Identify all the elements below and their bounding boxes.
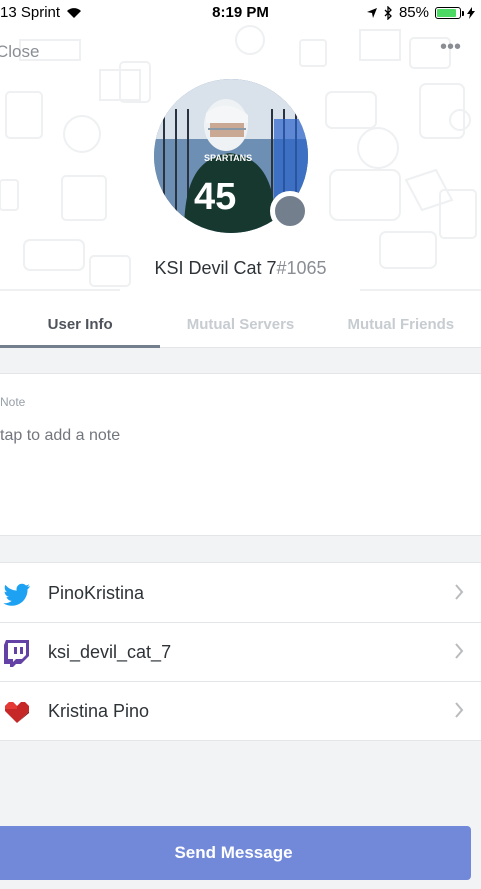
svg-text:SPARTANS: SPARTANS <box>204 153 252 163</box>
username-row: KSI Devil Cat 7#1065 <box>0 258 481 279</box>
avatar-container: SPARTANS 45 <box>154 79 310 233</box>
battery-tip <box>462 10 464 16</box>
tab-user-info[interactable]: User Info <box>0 302 161 348</box>
charging-icon <box>467 6 475 19</box>
tab-mutual-friends[interactable]: Mutual Friends <box>321 302 481 347</box>
svg-text:45: 45 <box>194 176 236 218</box>
battery-level-fill <box>437 8 456 17</box>
connections-list: PinoKristina ksi_devil_cat_7 Kristina Pi… <box>0 564 481 741</box>
send-message-button[interactable]: Send Message <box>0 826 471 880</box>
discriminator: #1065 <box>276 258 327 278</box>
note-label: Note <box>0 395 26 409</box>
bluetooth-icon <box>384 5 392 20</box>
connection-row-twitter[interactable]: PinoKristina <box>0 564 481 623</box>
status-bar: 13 Sprint 8:19 PM 85% <box>0 0 481 26</box>
username: KSI Devil Cat 7 <box>154 258 277 278</box>
user-profile-screen: 13 Sprint 8:19 PM 85% Close ••• SPARTANS… <box>0 0 481 889</box>
battery-percent: 85% <box>398 4 429 21</box>
connection-name: PinoKristina <box>48 583 145 603</box>
presence-status-dot <box>270 191 310 231</box>
profile-tabs: User Info Mutual Servers Mutual Friends <box>0 302 481 348</box>
chevron-right-icon <box>455 643 464 659</box>
note-section: Note tap to add a note <box>0 375 481 535</box>
tab-mutual-servers[interactable]: Mutual Servers <box>160 302 320 347</box>
section-divider <box>0 535 481 563</box>
location-icon <box>366 7 377 18</box>
connection-name: ksi_devil_cat_7 <box>48 642 172 662</box>
battery-icon <box>435 6 464 19</box>
note-input[interactable]: tap to add a note <box>0 427 120 445</box>
twitch-icon <box>4 640 29 667</box>
status-right: 85% <box>366 4 475 21</box>
section-divider <box>0 348 481 374</box>
patreon-heart-icon <box>5 702 29 723</box>
chevron-right-icon <box>455 702 464 718</box>
close-button[interactable]: Close <box>0 42 39 62</box>
chevron-right-icon <box>455 584 464 600</box>
connection-name: Kristina Pino <box>48 701 150 721</box>
more-options-icon[interactable]: ••• <box>440 36 461 59</box>
connection-row-twitch[interactable]: ksi_devil_cat_7 <box>0 623 481 682</box>
twitter-icon <box>3 583 31 606</box>
connection-row-heart[interactable]: Kristina Pino <box>0 682 481 741</box>
